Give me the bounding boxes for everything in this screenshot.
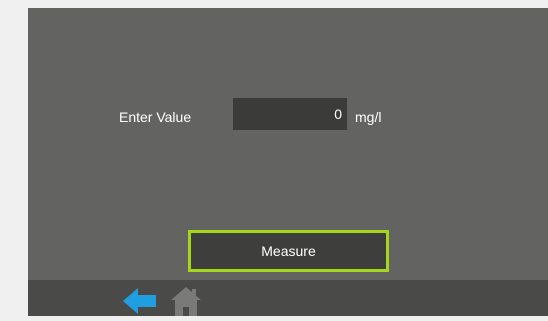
measure-button[interactable]: Measure <box>188 230 389 272</box>
instrument-screen: Enter Value 0 mg/l Measure <box>28 8 548 316</box>
value-entry-row: Enter Value 0 mg/l <box>28 98 548 136</box>
home-icon[interactable] <box>170 287 202 316</box>
value-label: Enter Value <box>119 109 192 125</box>
bottom-navigation-bar <box>28 280 548 316</box>
window-frame: Enter Value 0 mg/l Measure <box>0 0 548 316</box>
unit-label: mg/l <box>355 109 382 125</box>
back-arrow-icon[interactable] <box>123 288 159 314</box>
value-input[interactable]: 0 <box>233 98 347 130</box>
